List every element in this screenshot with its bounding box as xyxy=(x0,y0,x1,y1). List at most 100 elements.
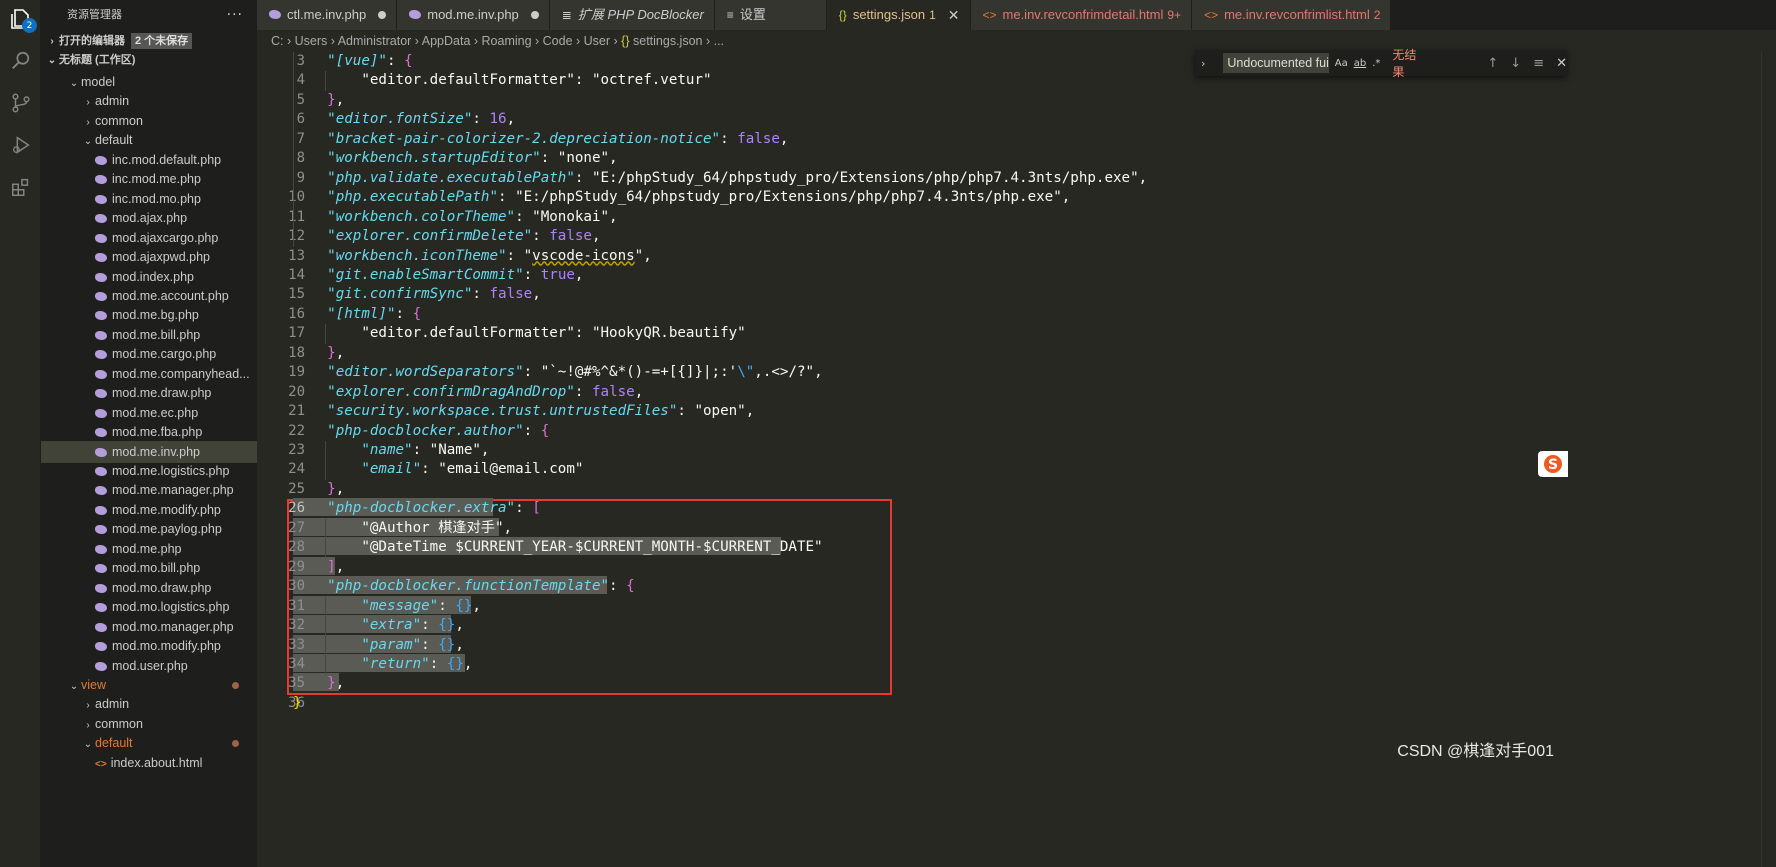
tab-php-docblocker[interactable]: ≣ 扩展 PHP DocBlocker xyxy=(549,0,715,30)
breadcrumb-segment[interactable]: AppData xyxy=(422,34,471,48)
tree-item-label: inc.mod.default.php xyxy=(112,152,222,167)
breadcrumb-segment[interactable]: User xyxy=(584,34,610,48)
indent-guide xyxy=(325,324,326,344)
editor-tabs: ctl.me.inv.php mod.me.inv.php ≣ 扩展 PHP DocB… xyxy=(257,0,1776,30)
breadcrumb-separator: › xyxy=(411,34,422,48)
breadcrumb-segment[interactable]: Code xyxy=(543,34,573,48)
previous-match-icon[interactable]: ↑ xyxy=(1487,56,1498,71)
tab-me-inv-revconfrimdetail-html[interactable]: <> me.inv.revconfrimdetail.html 9+ xyxy=(970,0,1193,30)
workspace-section[interactable]: ⌄ 无标题 (工作区) xyxy=(41,49,257,71)
tree-item-label: mod.me.bg.php xyxy=(112,308,199,323)
php-file-icon xyxy=(95,389,107,399)
tree-item-label: mod.me.fba.php xyxy=(112,425,203,440)
tree-item-label: common xyxy=(95,113,143,128)
problem-count: 1 xyxy=(929,8,936,22)
run-debug-icon[interactable] xyxy=(8,132,34,158)
json-icon: {} xyxy=(838,8,847,22)
code-line[interactable]: } xyxy=(293,692,302,714)
tab-label: 扩展 PHP DocBlocker xyxy=(577,7,704,22)
php-file-icon xyxy=(95,505,107,515)
indent-guide xyxy=(293,52,294,247)
tab-[interactable]: ≡ 设置 xyxy=(714,0,827,30)
php-file-icon xyxy=(95,544,107,554)
search-icon[interactable] xyxy=(8,48,34,74)
tree-item-label: mod.me.manager.php xyxy=(112,483,234,498)
php-file-icon xyxy=(95,330,107,340)
modified-dot xyxy=(232,681,239,689)
watermark: CSDN @棋逢对手001 xyxy=(1397,743,1554,760)
breadcrumb-separator: › xyxy=(283,34,295,48)
modified-dot xyxy=(232,740,239,748)
tab-me-inv-revconfrimlist-html[interactable]: <> me.inv.revconfrimlist.html 2 xyxy=(1192,0,1392,30)
unsaved-dot[interactable] xyxy=(378,11,387,19)
explorer-sidebar: 资源管理器 ··· › 打开的编辑器 2 个未保存 ⌄ 无标题 (工作区) ⌄ model… xyxy=(41,0,257,867)
php-file-icon xyxy=(95,525,107,535)
tree-item-label: mod.me.bill.php xyxy=(112,327,201,342)
php-file-icon xyxy=(95,486,107,496)
next-match-icon[interactable]: ↓ xyxy=(1510,56,1521,71)
php-file-icon xyxy=(95,214,107,224)
php-file-icon xyxy=(95,564,107,574)
editor-scrollbar[interactable] xyxy=(1761,52,1775,867)
unsaved-dot[interactable] xyxy=(530,11,539,19)
find-result: 无结果 xyxy=(1392,48,1417,79)
close-icon[interactable]: ✕ xyxy=(1556,56,1567,71)
php-file-icon xyxy=(95,467,107,476)
breadcrumb: C: › Users › Administrator › AppData › R… xyxy=(257,30,1776,52)
code-line[interactable]: "@DateTime $CURRENT_YEAR-$CURRENT_MONTH-… xyxy=(293,536,822,558)
breadcrumb-segment[interactable]: Roaming xyxy=(482,34,532,48)
php-file-icon xyxy=(95,233,107,243)
breadcrumb-segment[interactable]: Administrator xyxy=(338,34,412,48)
php-file-icon xyxy=(95,194,107,204)
regex-button[interactable]: .* xyxy=(1372,58,1380,69)
tab-mod-me-inv-php[interactable]: mod.me.inv.php xyxy=(397,0,550,30)
close-tab-icon[interactable]: ✕ xyxy=(948,0,960,30)
php-file-icon xyxy=(95,155,107,165)
tree-item-label: mod.ajaxpwd.php xyxy=(112,250,210,265)
match-case-button[interactable]: Aa xyxy=(1335,58,1348,69)
php-file-icon xyxy=(95,583,107,593)
breadcrumb-segment[interactable]: C: xyxy=(271,34,284,48)
tree-item-label: mod.mo.manager.php xyxy=(112,619,234,634)
tree-item-label: mod.mo.bill.php xyxy=(112,561,201,576)
indent-guide xyxy=(325,71,326,91)
tree-item-label: mod.user.php xyxy=(112,658,188,673)
php-file-icon xyxy=(95,428,107,438)
tree-item-label: mod.me.draw.php xyxy=(112,386,212,401)
problem-count: 2 xyxy=(1373,8,1381,22)
php-file-icon xyxy=(95,622,107,632)
source-control-icon[interactable] xyxy=(8,90,34,116)
toggle-replace-icon[interactable]: › xyxy=(1201,57,1205,70)
extension-icon: ≣ xyxy=(561,8,572,22)
breadcrumb-segment[interactable]: Users xyxy=(295,34,328,48)
tree-item-label: default xyxy=(95,736,133,751)
code-line[interactable]: "editor.defaultFormatter": "octref.vetur… xyxy=(293,69,711,91)
tree-item-label: model xyxy=(81,75,116,89)
file-item[interactable]: <> index.about.html xyxy=(41,752,257,774)
breadcrumb-file[interactable]: settings.json xyxy=(633,34,702,48)
tab-label: mod.me.inv.php xyxy=(427,7,519,22)
find-widget: › Undocumented fui Aa ab .* 无结果 ↑ ↓ ≡ ✕ xyxy=(1195,48,1567,79)
tree-item-label: view xyxy=(81,677,107,692)
tree-item-label: mod.ajax.php xyxy=(112,211,188,226)
tree-item-label: mod.me.account.php xyxy=(112,288,229,303)
sogou-ime-icon[interactable]: S xyxy=(1538,451,1568,477)
tab-settings-json[interactable]: {} settings.json 1 ✕ xyxy=(826,0,971,30)
tree-item-label: index.about.html xyxy=(110,755,203,770)
html-icon: <> xyxy=(1204,8,1219,22)
match-word-button[interactable]: ab xyxy=(1354,58,1366,69)
more-actions-icon[interactable]: ··· xyxy=(227,0,243,30)
tree-item-label: common xyxy=(95,716,143,731)
breadcrumb-tail[interactable]: ... xyxy=(714,34,724,48)
breadcrumb-separator: › xyxy=(531,34,543,48)
tree-item-label: mod.me.paylog.php xyxy=(112,522,222,537)
tab-ctl-me-inv-php[interactable]: ctl.me.inv.php xyxy=(257,0,398,30)
tree-item-label: default xyxy=(95,133,133,148)
extensions-icon[interactable] xyxy=(8,174,34,200)
php-file-icon xyxy=(95,350,107,360)
find-in-selection-icon[interactable]: ≡ xyxy=(1533,56,1544,71)
html-file-icon: <> xyxy=(95,758,107,770)
find-input[interactable]: Undocumented fui xyxy=(1223,53,1329,73)
code-line[interactable]: "editor.defaultFormatter": "HookyQR.beau… xyxy=(293,322,745,344)
json-icon: {} xyxy=(621,34,633,48)
